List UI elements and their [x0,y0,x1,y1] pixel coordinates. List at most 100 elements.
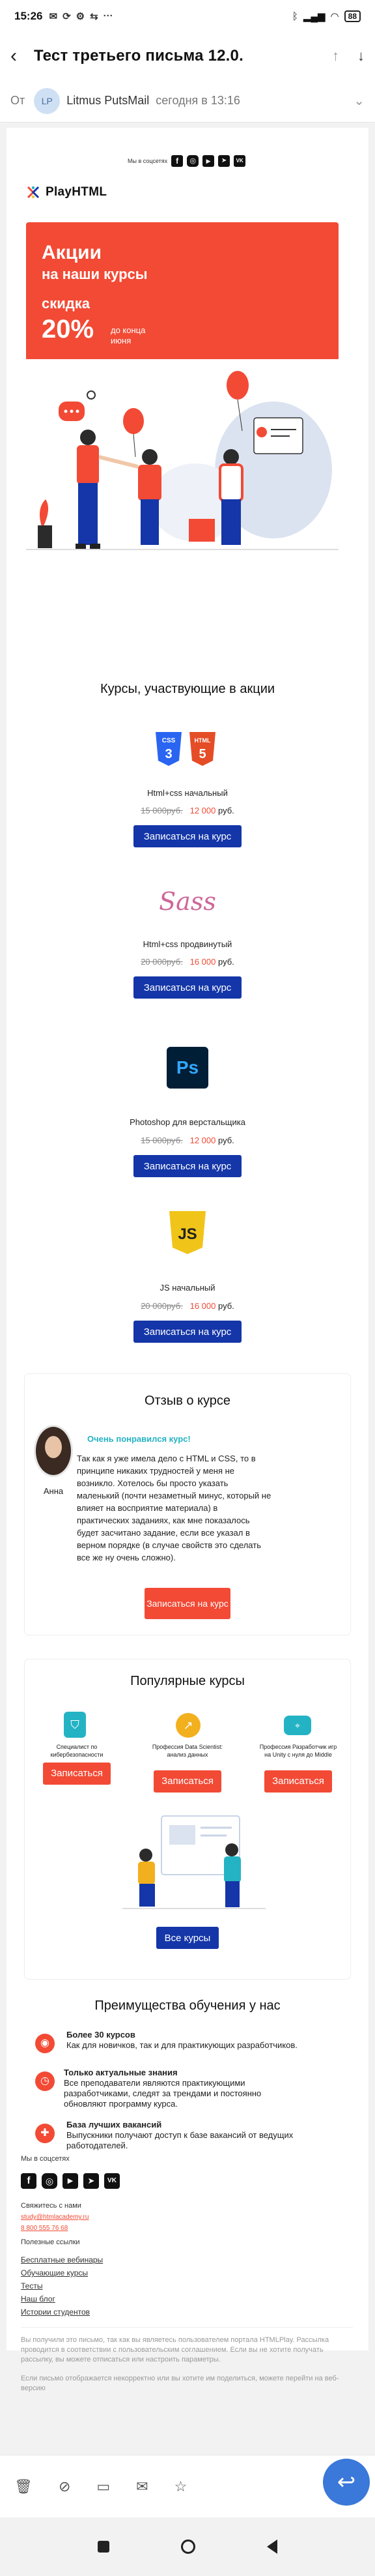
svg-text:HTML: HTML [195,737,211,744]
popular-2-enroll-button[interactable]: Записаться [154,1770,221,1793]
js-icon: JS [168,1210,207,1255]
vk-icon[interactable]: VK [234,155,246,167]
home-icon[interactable] [181,2539,195,2554]
all-courses-button[interactable]: Все курсы [156,1927,219,1949]
svg-text:5: 5 [199,747,206,761]
review-card: Отзыв о курсе Анна Очень понравился курс… [25,1374,350,1635]
star-icon[interactable]: ☆ [174,2478,188,2495]
course-1-price: 15 000руб. 12 000 руб. [141,806,234,815]
study-illustration [122,1815,266,1909]
footer-link[interactable]: Бесплатные вебинары [21,2255,353,2264]
wifi-icon: ◠ [330,11,339,22]
review-text: Так как я уже имела дело с HTML и CSS, т… [77,1454,271,1562]
spam-icon[interactable]: ⊘ [59,2478,70,2495]
youtube-icon[interactable]: ▶ [202,155,215,167]
footer-phone-link[interactable]: 8 800 555 76 68 [21,2225,353,2232]
course-2-name: Html+css продвинутый [143,939,232,949]
back-triangle-icon[interactable] [267,2539,277,2554]
footer-link[interactable]: Обучающие курсы [21,2268,353,2277]
reply-button[interactable]: ↩ [323,2459,370,2506]
instagram-icon[interactable]: ◎ [187,155,199,167]
back-arrow-icon[interactable]: ‹ [10,45,34,67]
popular-3-name: Профессия Разработчик игр на Unity с нул… [259,1744,337,1758]
svg-text:CSS: CSS [162,737,176,744]
html-css-icon: CSS 3 HTML 5 [137,731,234,767]
battery-icon: 88 [344,10,361,22]
advantage-3-text: Выпускники получают доступ к базе ваканс… [66,2130,294,2150]
footer-links-title: Полезные ссылки [21,2238,80,2246]
course-3-price: 15 000руб. 12 000 руб. [141,1135,234,1145]
sender-avatar: LP [34,87,61,114]
shield-icon: ⛉ [64,1712,86,1738]
footer-link[interactable]: Наш блог [21,2294,353,2304]
footer-social-icons: f ◎ ▶ ➤ VK [21,2173,353,2189]
bluetooth-icon: ᛒ [292,10,298,22]
team-illustration [26,371,339,550]
course-3-enroll-button[interactable]: Записаться на курс [133,1155,242,1177]
svg-text:3: 3 [165,747,172,761]
delete-icon[interactable]: 🗑 [14,2478,33,2495]
advantage-2-title: Только актуальные знания [64,2068,178,2077]
course-1-name: Html+css начальный [147,788,228,798]
review-title: Отзыв о курсе [144,1394,231,1408]
briefcase-icon: ✚ [35,2124,55,2143]
telegram-icon[interactable]: ➤ [83,2173,99,2189]
notification-icons: ✉ ⟳ ⚙ ⇆ ··· [49,10,113,22]
vk-icon[interactable]: VK [104,2173,120,2189]
course-4-enroll-button[interactable]: Записаться на курс [133,1321,242,1343]
status-bar: 15:26 ✉ ⟳ ⚙ ⇆ ··· ᛒ ▂▄▆ ◠ 88 [0,0,375,33]
popular-1-name: Специалист по кибербезопасности [50,1744,104,1758]
mail-header: ‹ Тест третьего письма 12.0. ↑ ↓ [0,33,375,80]
advantages-list: ◉ Более 30 курсов Как для новичков, так … [35,2030,341,2159]
footer-link[interactable]: Тесты [21,2281,353,2291]
footer-link[interactable]: Истории студентов [21,2307,353,2317]
popular-2-name: Профессия Data Scientist: анализ данных [152,1744,223,1758]
email-subject: Тест третьего письма 12.0. [34,47,243,65]
top-social-bar: Мы в соцсетях f ◎ ▶ ➤ VK [128,155,246,167]
move-folder-icon[interactable]: ▭ [96,2478,110,2495]
top-social-label: Мы в соцсетях [128,158,168,164]
youtube-icon[interactable]: ▶ [62,2173,78,2189]
advantage-3-title: База лучших вакансий [66,2120,162,2130]
footer-links: Бесплатные вебинары Обучающие курсы Тест… [21,2255,353,2317]
email-action-bar: 🗑 ⊘ ▭ ✉ ☆ [0,2455,375,2517]
disclaimer-text: Вы получили это письмо, так как вы являе… [21,2336,329,2364]
facebook-icon[interactable]: f [171,155,184,167]
playhtml-logo[interactable]: PlayHTML [26,185,107,199]
courses-count-icon: ◉ [35,2034,55,2053]
mark-read-icon[interactable]: ✉ [136,2478,148,2495]
course-4-price: 20 000руб. 16 000 руб. [141,1301,234,1311]
course-1-enroll-button[interactable]: Записаться на курс [133,825,242,847]
advantage-1-title: Более 30 курсов [66,2030,135,2040]
more-dots-icon: ··· [103,10,113,22]
facebook-icon[interactable]: f [21,2173,36,2189]
advantages-title: Преимущества обучения у нас [94,1998,281,2013]
popular-1-enroll-button[interactable]: Записаться [43,1763,111,1785]
promo-line3: скидка [42,295,90,312]
previous-email-icon[interactable]: ↑ [332,48,339,65]
advantage-item: ✚ База лучших вакансий Выпускники получа… [35,2120,341,2159]
promo-banner: Акции на наши курсы скидка 20% до конца … [26,222,339,359]
sass-icon: Sass [159,887,216,916]
footer-disclaimer: Вы получили это письмо, так как вы являе… [21,2327,353,2393]
photoshop-icon: Ps [167,1047,208,1089]
promo-until: до конца июня [111,325,146,345]
courses-title: Курсы, участвующие в акции [100,682,275,696]
course-3-name: Photoshop для верстальщика [130,1117,245,1127]
gamepad-icon: ⌖ [284,1716,311,1735]
next-email-icon[interactable]: ↓ [357,48,365,65]
phone-screen: 15:26 ✉ ⟳ ⚙ ⇆ ··· ᛒ ▂▄▆ ◠ 88 ‹ Тест трет… [0,0,375,2576]
telegram-icon[interactable]: ➤ [218,155,230,167]
footer-email-link[interactable]: study@htmlacademy.ru [21,2214,353,2221]
logo-icon [27,186,40,199]
chevron-down-icon[interactable]: ⌄ [354,93,365,109]
recents-icon[interactable] [98,2541,109,2553]
popular-3-enroll-button[interactable]: Записаться [264,1770,332,1793]
sender-row[interactable]: От LP Litmus PutsMail сегодня в 13:16 ⌄ [0,80,375,123]
instagram-icon[interactable]: ◎ [42,2173,57,2189]
course-4-name: JS начальный [160,1283,215,1293]
popular-title: Популярные курсы [130,1674,245,1688]
advantage-item: ◉ Более 30 курсов Как для новичков, так … [35,2030,341,2068]
course-2-enroll-button[interactable]: Записаться на курс [133,976,242,999]
review-enroll-button[interactable]: Записаться на курс [145,1588,230,1619]
